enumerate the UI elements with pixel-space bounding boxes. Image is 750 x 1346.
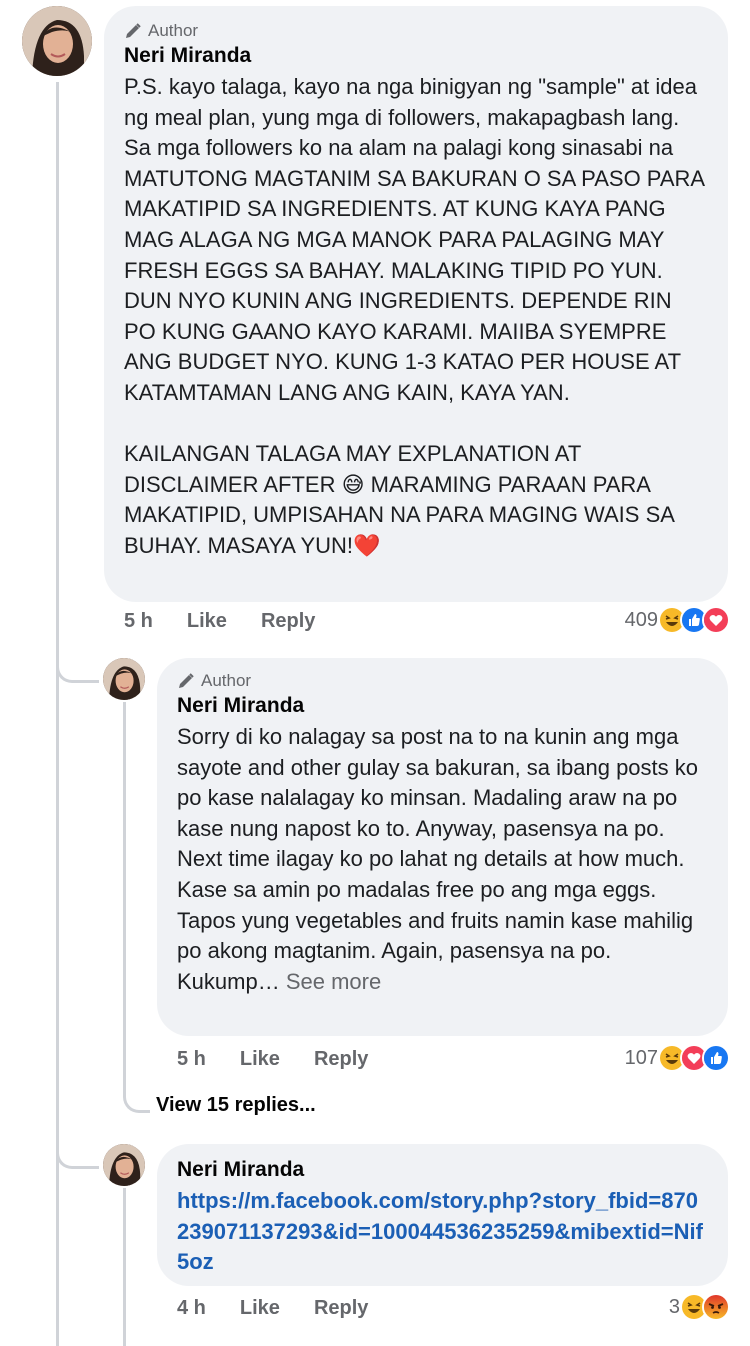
avatar-photo <box>22 6 92 76</box>
avatar-photo <box>103 658 145 700</box>
commenter-name[interactable]: Neri Miranda <box>177 694 708 718</box>
reply-timestamp[interactable]: 5 h <box>177 1048 206 1071</box>
author-badge: Author <box>124 20 708 42</box>
reaction-count: 409 <box>624 608 658 631</box>
like-button[interactable]: Like <box>187 610 227 633</box>
avatar[interactable] <box>22 6 92 76</box>
reply-button[interactable]: Reply <box>261 610 315 633</box>
thread-elbow-view-replies <box>123 1080 150 1113</box>
reply-actions: 5 h Like Reply <box>177 1048 368 1071</box>
red-heart-emoji: ❤️ <box>353 532 381 558</box>
avatar[interactable] <box>103 658 145 700</box>
reaction-count: 3 <box>668 1295 680 1318</box>
thread-line-reply-2 <box>123 1188 126 1346</box>
angry-icon <box>702 1293 730 1321</box>
pencil-icon <box>179 673 194 688</box>
author-badge-label: Author <box>201 671 252 690</box>
comment-bubble: Author Neri Miranda P.S. kayo talaga, ka… <box>104 6 728 602</box>
avatar-photo <box>103 1144 145 1186</box>
love-icon <box>702 606 730 634</box>
reply-button[interactable]: Reply <box>314 1048 368 1071</box>
like-icon <box>702 1044 730 1072</box>
comment-text: P.S. kayo talaga, kayo na nga binigyan n… <box>124 72 708 562</box>
view-replies-link[interactable]: View 15 replies... <box>156 1094 316 1117</box>
reply-text-content: Sorry di ko nalagay sa post na to na kun… <box>177 724 705 994</box>
like-button[interactable]: Like <box>240 1297 280 1320</box>
pencil-icon <box>126 23 141 38</box>
see-more-link[interactable]: See more <box>280 969 381 994</box>
reaction-count: 107 <box>624 1046 658 1069</box>
reply-bubble: Neri Miranda https://m.facebook.com/stor… <box>157 1144 728 1286</box>
commenter-name[interactable]: Neri Miranda <box>124 44 708 68</box>
reaction-summary[interactable]: 409 <box>625 606 730 634</box>
reaction-summary[interactable]: 107 <box>625 1044 730 1072</box>
commenter-name[interactable]: Neri Miranda <box>177 1158 708 1182</box>
like-button[interactable]: Like <box>240 1048 280 1071</box>
reaction-summary[interactable]: 3 <box>669 1293 730 1321</box>
comment-actions: 5 h Like Reply <box>124 610 315 633</box>
comment-timestamp[interactable]: 5 h <box>124 610 153 633</box>
thread-line-reply <box>123 702 126 1092</box>
comment-text-para1: P.S. kayo talaga, kayo na nga binigyan n… <box>124 74 710 405</box>
author-badge: Author <box>177 670 708 692</box>
author-badge-label: Author <box>148 21 199 40</box>
avatar[interactable] <box>103 1144 145 1186</box>
reply-bubble: Author Neri Miranda Sorry di ko nalagay … <box>157 658 728 1036</box>
thread-elbow-2 <box>56 1124 99 1169</box>
reply-button[interactable]: Reply <box>314 1297 368 1320</box>
reply-timestamp[interactable]: 4 h <box>177 1297 206 1320</box>
grinning-sweat-emoji: 😅 <box>341 471 365 497</box>
story-link[interactable]: https://m.facebook.com/story.php?story_f… <box>177 1186 708 1278</box>
reply-actions: 4 h Like Reply <box>177 1297 368 1320</box>
reply-text: Sorry di ko nalagay sa post na to na kun… <box>177 722 708 997</box>
thread-elbow-1 <box>56 640 99 683</box>
